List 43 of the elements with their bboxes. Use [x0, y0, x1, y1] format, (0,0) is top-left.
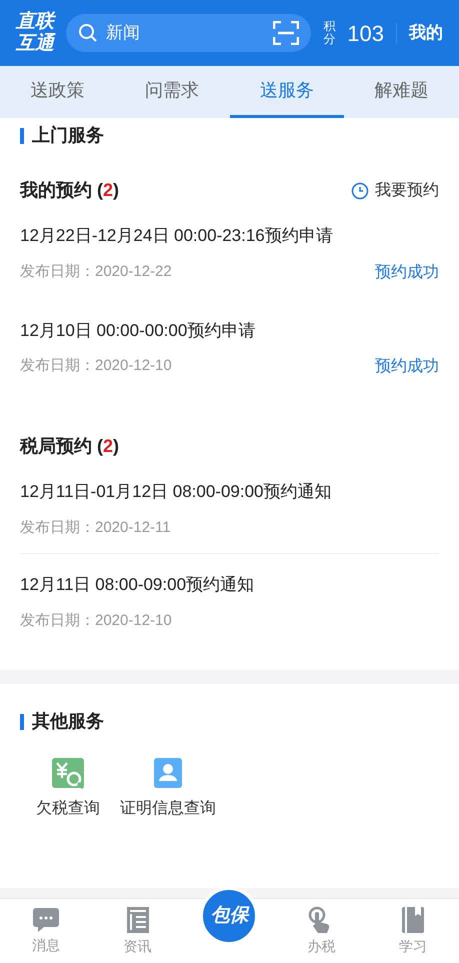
search-field[interactable]: 新闻	[66, 14, 312, 52]
appointment-title: 12月22日-12月24日 00:00-23:16预约申请	[20, 225, 334, 247]
publish-date: 发布日期：2020-12-11	[20, 518, 171, 538]
person-card-icon	[153, 757, 183, 789]
service-shortcut[interactable]: 欠税查询	[36, 757, 100, 821]
appointment-title: 12月11日-01月12日 08:00-09:00预约通知	[20, 481, 333, 503]
nav-tab[interactable]: 资讯	[92, 899, 184, 963]
appointment-row[interactable]: 12月11日-01月12日 08:00-09:00预约通知 发布日期：2020-12-11	[20, 460, 439, 553]
scan-icon[interactable]	[273, 21, 300, 45]
app-logo: 直联 互通	[16, 11, 54, 55]
yen-search-icon	[51, 757, 85, 789]
publish-date: 发布日期：2020-12-10	[20, 356, 172, 376]
section-title: 上门服务	[32, 124, 104, 147]
search-input[interactable]: 新闻	[106, 20, 266, 46]
appointment-status: 预约成功	[375, 262, 439, 282]
profile-link[interactable]: 我的	[409, 20, 443, 46]
publish-date: 发布日期：2020-12-22	[20, 262, 172, 282]
book-appointment-link[interactable]: 我要预约	[351, 178, 439, 202]
appointment-title: 12月10日 00:00-00:00预约申请	[20, 320, 256, 342]
nav-tab[interactable]: 消息	[0, 899, 92, 963]
appointment-row[interactable]: 12月10日 00:00-00:00预约申请 发布日期：2020-12-10 预约成功	[20, 298, 439, 393]
tab[interactable]: 解难题	[344, 66, 459, 118]
points-value: 103	[347, 20, 384, 48]
chat-bubble-icon	[32, 906, 60, 932]
service-shortcut[interactable]: 证明信息查询	[120, 757, 216, 821]
section-title: 其他服务	[32, 710, 104, 733]
group-title: 税局预约 (2)	[20, 435, 120, 458]
search-icon	[78, 23, 98, 43]
tab[interactable]: 送政策	[0, 66, 115, 118]
book-icon	[401, 906, 426, 934]
newspaper-icon	[126, 906, 150, 934]
publish-date: 发布日期：2020-12-10	[20, 610, 172, 630]
points-label: 积分	[323, 20, 336, 46]
tab[interactable]: 问需求	[114, 66, 230, 118]
nav-tab[interactable]: 学习	[367, 899, 459, 963]
clock-icon	[351, 182, 369, 200]
appointment-row[interactable]: 12月11日 08:00-09:00预约通知 发布日期：2020-12-10	[20, 553, 439, 646]
appointment-row[interactable]: 12月22日-12月24日 00:00-23:16预约申请 发布日期：2020-12-22 预约成功	[20, 204, 439, 298]
tab[interactable]: 送服务	[230, 66, 344, 118]
appointment-status: 预约成功	[375, 356, 439, 377]
group-title: 我的预约 (2)	[20, 179, 120, 202]
appointment-title: 12月11日 08:00-09:00预约通知	[20, 574, 256, 596]
nav-tab[interactable]: 办税	[275, 899, 368, 963]
